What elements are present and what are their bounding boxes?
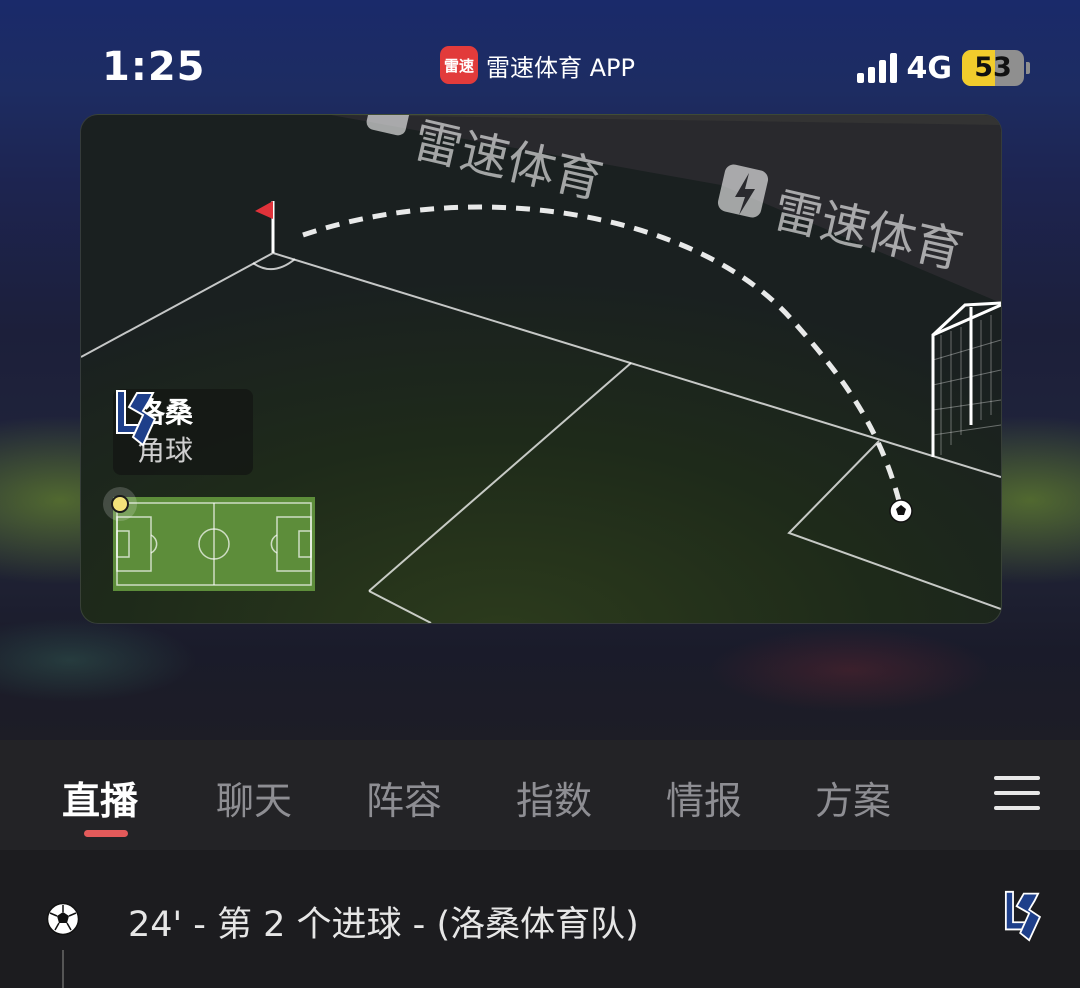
battery-level: 53 — [974, 52, 1012, 83]
tab-chat[interactable]: 聊天 — [216, 770, 292, 825]
network-type: 4G — [906, 50, 953, 86]
active-tab-indicator — [84, 830, 128, 837]
menu-icon[interactable] — [994, 774, 1040, 812]
ball-icon — [889, 499, 913, 523]
tab-plans[interactable]: 方案 — [815, 770, 891, 825]
ball-position-dot — [111, 495, 129, 513]
event-label: 洛桑 角球 — [113, 389, 253, 475]
mini-pitch-map — [113, 497, 315, 591]
lausanne-logo-icon — [1004, 890, 1042, 942]
lausanne-logo-icon — [116, 390, 157, 447]
tab-lineup[interactable]: 阵容 — [366, 770, 442, 825]
feed-event-text: 24' - 第 2 个进球 - (洛桑体育队) — [128, 905, 639, 945]
timeline-line — [62, 950, 64, 988]
status-indicators: 4G 53 — [856, 50, 1030, 86]
battery-icon: 53 — [962, 50, 1030, 86]
app-logo-icon: 雷速 — [440, 46, 478, 84]
tab-odds[interactable]: 指数 — [516, 770, 592, 825]
match-animation[interactable]: 雷速体育 雷速体育 洛桑 角球 — [80, 114, 1002, 624]
tab-bar: 直播 聊天 阵容 指数 情报 方案 — [0, 740, 1080, 851]
tab-live[interactable]: 直播 — [62, 770, 138, 825]
list-item[interactable]: 24' - 第 2 个进球 - (洛桑体育队) — [0, 890, 1080, 950]
live-feed: 24' - 第 2 个进球 - (洛桑体育队) — [0, 850, 1080, 988]
soccer-ball-icon — [46, 902, 80, 936]
signal-icon — [856, 53, 897, 83]
app-name: 雷速体育 APP — [486, 53, 635, 82]
app-return-badge[interactable]: 雷速 雷速体育 APP — [440, 46, 635, 84]
status-time: 1:25 — [102, 44, 206, 90]
tab-intel[interactable]: 情报 — [666, 770, 742, 825]
